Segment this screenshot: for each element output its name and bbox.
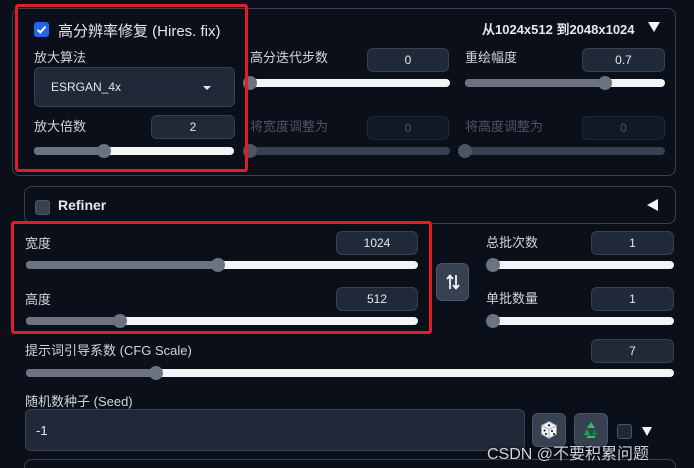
extra-seed-checkbox[interactable] xyxy=(617,424,632,439)
batch-count-input[interactable]: 1 xyxy=(591,231,674,255)
slider-handle[interactable] xyxy=(243,76,257,90)
hires-fix-checkbox[interactable] xyxy=(34,22,49,37)
batch-size-label: 单批数量 xyxy=(486,291,539,306)
checkmark-icon xyxy=(36,25,47,34)
upscaler-label: 放大算法 xyxy=(34,50,87,65)
width-input[interactable]: 1024 xyxy=(336,231,418,255)
width-slider[interactable] xyxy=(26,258,418,272)
batch-size-slider[interactable] xyxy=(486,314,674,328)
slider-fill xyxy=(34,147,104,155)
slider-handle[interactable] xyxy=(211,258,226,272)
refiner-label[interactable]: Refiner xyxy=(58,197,106,213)
resize-width-slider[interactable] xyxy=(243,144,450,158)
recycle-icon xyxy=(584,422,598,438)
chevron-down-icon xyxy=(203,86,211,90)
resize-width-label: 将宽度调整为 xyxy=(250,119,329,134)
extra-seed-triangle-icon[interactable] xyxy=(642,427,652,436)
batch-count-slider[interactable] xyxy=(486,258,674,272)
slider-handle[interactable] xyxy=(148,366,163,380)
slider-fill xyxy=(26,369,156,377)
upscaler-value: ESRGAN_4x xyxy=(51,80,122,94)
upscale-by-label: 放大倍数 xyxy=(34,119,87,134)
resize-width-input[interactable]: 0 xyxy=(367,116,449,140)
seed-label: 随机数种子 (Seed) xyxy=(25,394,133,409)
swap-vertical-arrows-icon xyxy=(445,274,460,290)
denoise-slider[interactable] xyxy=(465,76,665,90)
hires-steps-label: 高分迭代步数 xyxy=(250,50,329,65)
csdn-watermark: CSDN @不要积累问题 xyxy=(487,446,650,463)
batch-count-label: 总批次数 xyxy=(486,235,539,250)
hires-steps-slider[interactable] xyxy=(243,76,450,90)
cfg-scale-slider[interactable] xyxy=(26,366,674,380)
swap-dimensions-button[interactable] xyxy=(436,263,469,301)
slider-handle[interactable] xyxy=(486,258,500,272)
expand-triangle-icon[interactable] xyxy=(647,199,658,211)
slider-fill xyxy=(26,261,219,269)
collapse-triangle-icon[interactable] xyxy=(648,22,660,32)
slider-handle[interactable] xyxy=(113,314,128,328)
height-slider[interactable] xyxy=(26,314,418,328)
slider-fill xyxy=(465,79,605,87)
cfg-scale-label: 提示词引导系数 (CFG Scale) xyxy=(25,343,192,358)
hires-fix-summary: 从1024x512 到2048x1024 xyxy=(482,22,635,37)
cfg-scale-input[interactable]: 7 xyxy=(591,339,674,363)
upscaler-dropdown[interactable]: ESRGAN_4x xyxy=(34,67,235,107)
denoise-label: 重绘幅度 xyxy=(465,50,518,65)
width-label: 宽度 xyxy=(25,236,52,251)
batch-size-input[interactable]: 1 xyxy=(591,287,674,311)
resize-height-slider[interactable] xyxy=(458,144,665,158)
upscale-by-slider[interactable] xyxy=(34,144,234,158)
hires-steps-input[interactable]: 0 xyxy=(367,48,449,72)
slider-handle[interactable] xyxy=(97,144,111,158)
seed-input[interactable]: -1 xyxy=(25,409,525,451)
slider-handle[interactable] xyxy=(243,144,257,158)
seed-value: -1 xyxy=(36,423,48,438)
resize-height-label: 将高度调整为 xyxy=(465,119,544,134)
resize-height-input[interactable]: 0 xyxy=(582,116,665,140)
dice-icon xyxy=(541,421,557,439)
hires-fix-title[interactable]: 高分辨率修复 (Hires. fix) xyxy=(58,20,221,41)
denoise-input[interactable]: 0.7 xyxy=(582,48,665,72)
slider-handle[interactable] xyxy=(458,144,472,158)
height-label: 高度 xyxy=(25,292,52,307)
slider-fill xyxy=(26,317,121,325)
refiner-panel xyxy=(24,186,676,224)
slider-handle[interactable] xyxy=(486,314,500,328)
height-input[interactable]: 512 xyxy=(336,287,418,311)
slider-handle[interactable] xyxy=(598,76,612,90)
refiner-checkbox[interactable] xyxy=(35,200,50,215)
upscale-by-input[interactable]: 2 xyxy=(151,115,235,139)
